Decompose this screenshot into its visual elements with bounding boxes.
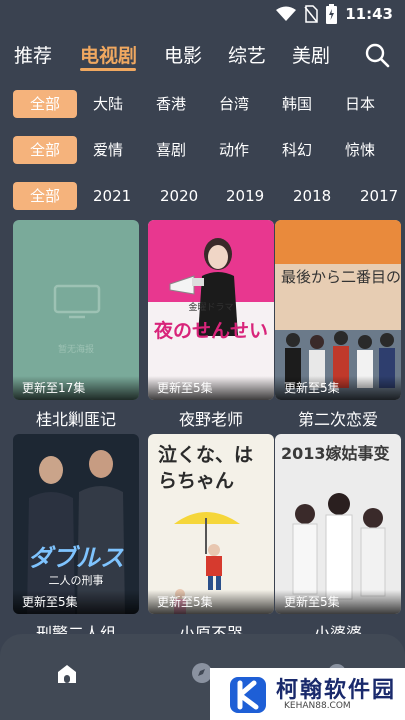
year-all-chip[interactable]: 全部 (13, 182, 77, 210)
series-poster[interactable]: 金曜ドラマ 夜のせんせい 更新至5集 (148, 220, 274, 400)
episode-badge: 更新至5集 (157, 595, 213, 609)
poster-placeholder-text: 暂无海报 (57, 345, 94, 355)
category-tabs: 推荐 电视剧 电影 综艺 美剧 (0, 34, 405, 74)
episode-badge: 更新至5集 (284, 381, 340, 395)
region-chip-taiwan[interactable]: 台湾 (219, 90, 249, 118)
year-chip-2017[interactable]: 2017 (360, 182, 398, 210)
tab-us-series[interactable]: 美剧 (292, 41, 330, 68)
status-bar: 11:43 (0, 0, 405, 28)
watermark-url: KEHAN88.COM (284, 701, 351, 711)
tab-recommend[interactable]: 推荐 (14, 41, 52, 68)
genre-chip-romance[interactable]: 爱情 (93, 136, 123, 164)
region-chip-mainland[interactable]: 大陆 (93, 90, 123, 118)
poster-caption: 泣くな、はらちゃん (158, 444, 254, 492)
genre-chip-action[interactable]: 动作 (219, 136, 249, 164)
year-filter: 全部 2021 2020 2019 2018 2017 (0, 182, 405, 212)
wifi-icon (276, 6, 297, 21)
tab-movies[interactable]: 电影 (164, 41, 202, 68)
series-poster[interactable]: ダブルス 二人の刑事 更新至5集 (13, 434, 139, 614)
genre-chip-scifi[interactable]: 科幻 (282, 136, 312, 164)
poster-caption-small: 二人の刑事 (48, 574, 104, 587)
region-filter: 全部 大陆 香港 台湾 韩国 日本 (0, 90, 405, 120)
site-watermark: 柯翰软件园 KEHAN88.COM (210, 668, 405, 720)
series-title[interactable]: 桂北剿匪记 (13, 406, 139, 430)
episode-badge: 更新至17集 (22, 381, 86, 395)
year-chip-2020[interactable]: 2020 (160, 182, 198, 210)
poster-caption-small: 金曜ドラマ (188, 303, 234, 313)
tab-variety[interactable]: 综艺 (228, 41, 266, 68)
episode-badge: 更新至5集 (22, 595, 78, 609)
kehan-logo (230, 677, 266, 713)
battery-charging-icon (326, 4, 338, 24)
tab-tv-series[interactable]: 电视剧 (80, 41, 137, 68)
series-poster[interactable]: 泣くな、はらちゃん 更新至5集 (148, 434, 274, 614)
status-time: 11:43 (345, 5, 393, 23)
poster-caption: 夜のせんせい (153, 320, 268, 342)
series-poster[interactable]: 暂无海报 更新至17集 (13, 220, 139, 400)
region-chip-japan[interactable]: 日本 (345, 90, 375, 118)
genre-chip-thriller[interactable]: 惊悚 (345, 136, 375, 164)
search-icon[interactable] (364, 42, 390, 68)
genre-filter: 全部 爱情 喜剧 动作 科幻 惊悚 (0, 136, 405, 166)
year-chip-2021[interactable]: 2021 (93, 182, 131, 210)
region-chip-korea[interactable]: 韩国 (282, 90, 312, 118)
series-title[interactable]: 第二次恋爱 (275, 406, 401, 430)
poster-caption: 2013嫁姑事变 (281, 444, 390, 463)
active-tab-indicator (80, 68, 136, 71)
series-poster[interactable]: 最後から二番目の 更新至5集 (275, 220, 401, 400)
no-sim-icon (304, 5, 318, 23)
poster-caption: 最後から二番目の (281, 268, 401, 286)
poster-caption: ダブルス (28, 544, 124, 572)
region-all-chip[interactable]: 全部 (13, 90, 77, 118)
home-icon[interactable] (55, 662, 79, 686)
episode-badge: 更新至5集 (157, 381, 213, 395)
year-chip-2019[interactable]: 2019 (226, 182, 264, 210)
series-poster[interactable]: 2013嫁姑事变 更新至5集 (275, 434, 401, 614)
genre-all-chip[interactable]: 全部 (13, 136, 77, 164)
tv-placeholder-icon (53, 284, 101, 319)
genre-chip-comedy[interactable]: 喜剧 (156, 136, 186, 164)
year-chip-2018[interactable]: 2018 (293, 182, 331, 210)
episode-badge: 更新至5集 (284, 595, 340, 609)
region-chip-hongkong[interactable]: 香港 (156, 90, 186, 118)
series-title[interactable]: 夜野老师 (148, 406, 274, 430)
watermark-name: 柯翰软件园 (276, 678, 397, 703)
